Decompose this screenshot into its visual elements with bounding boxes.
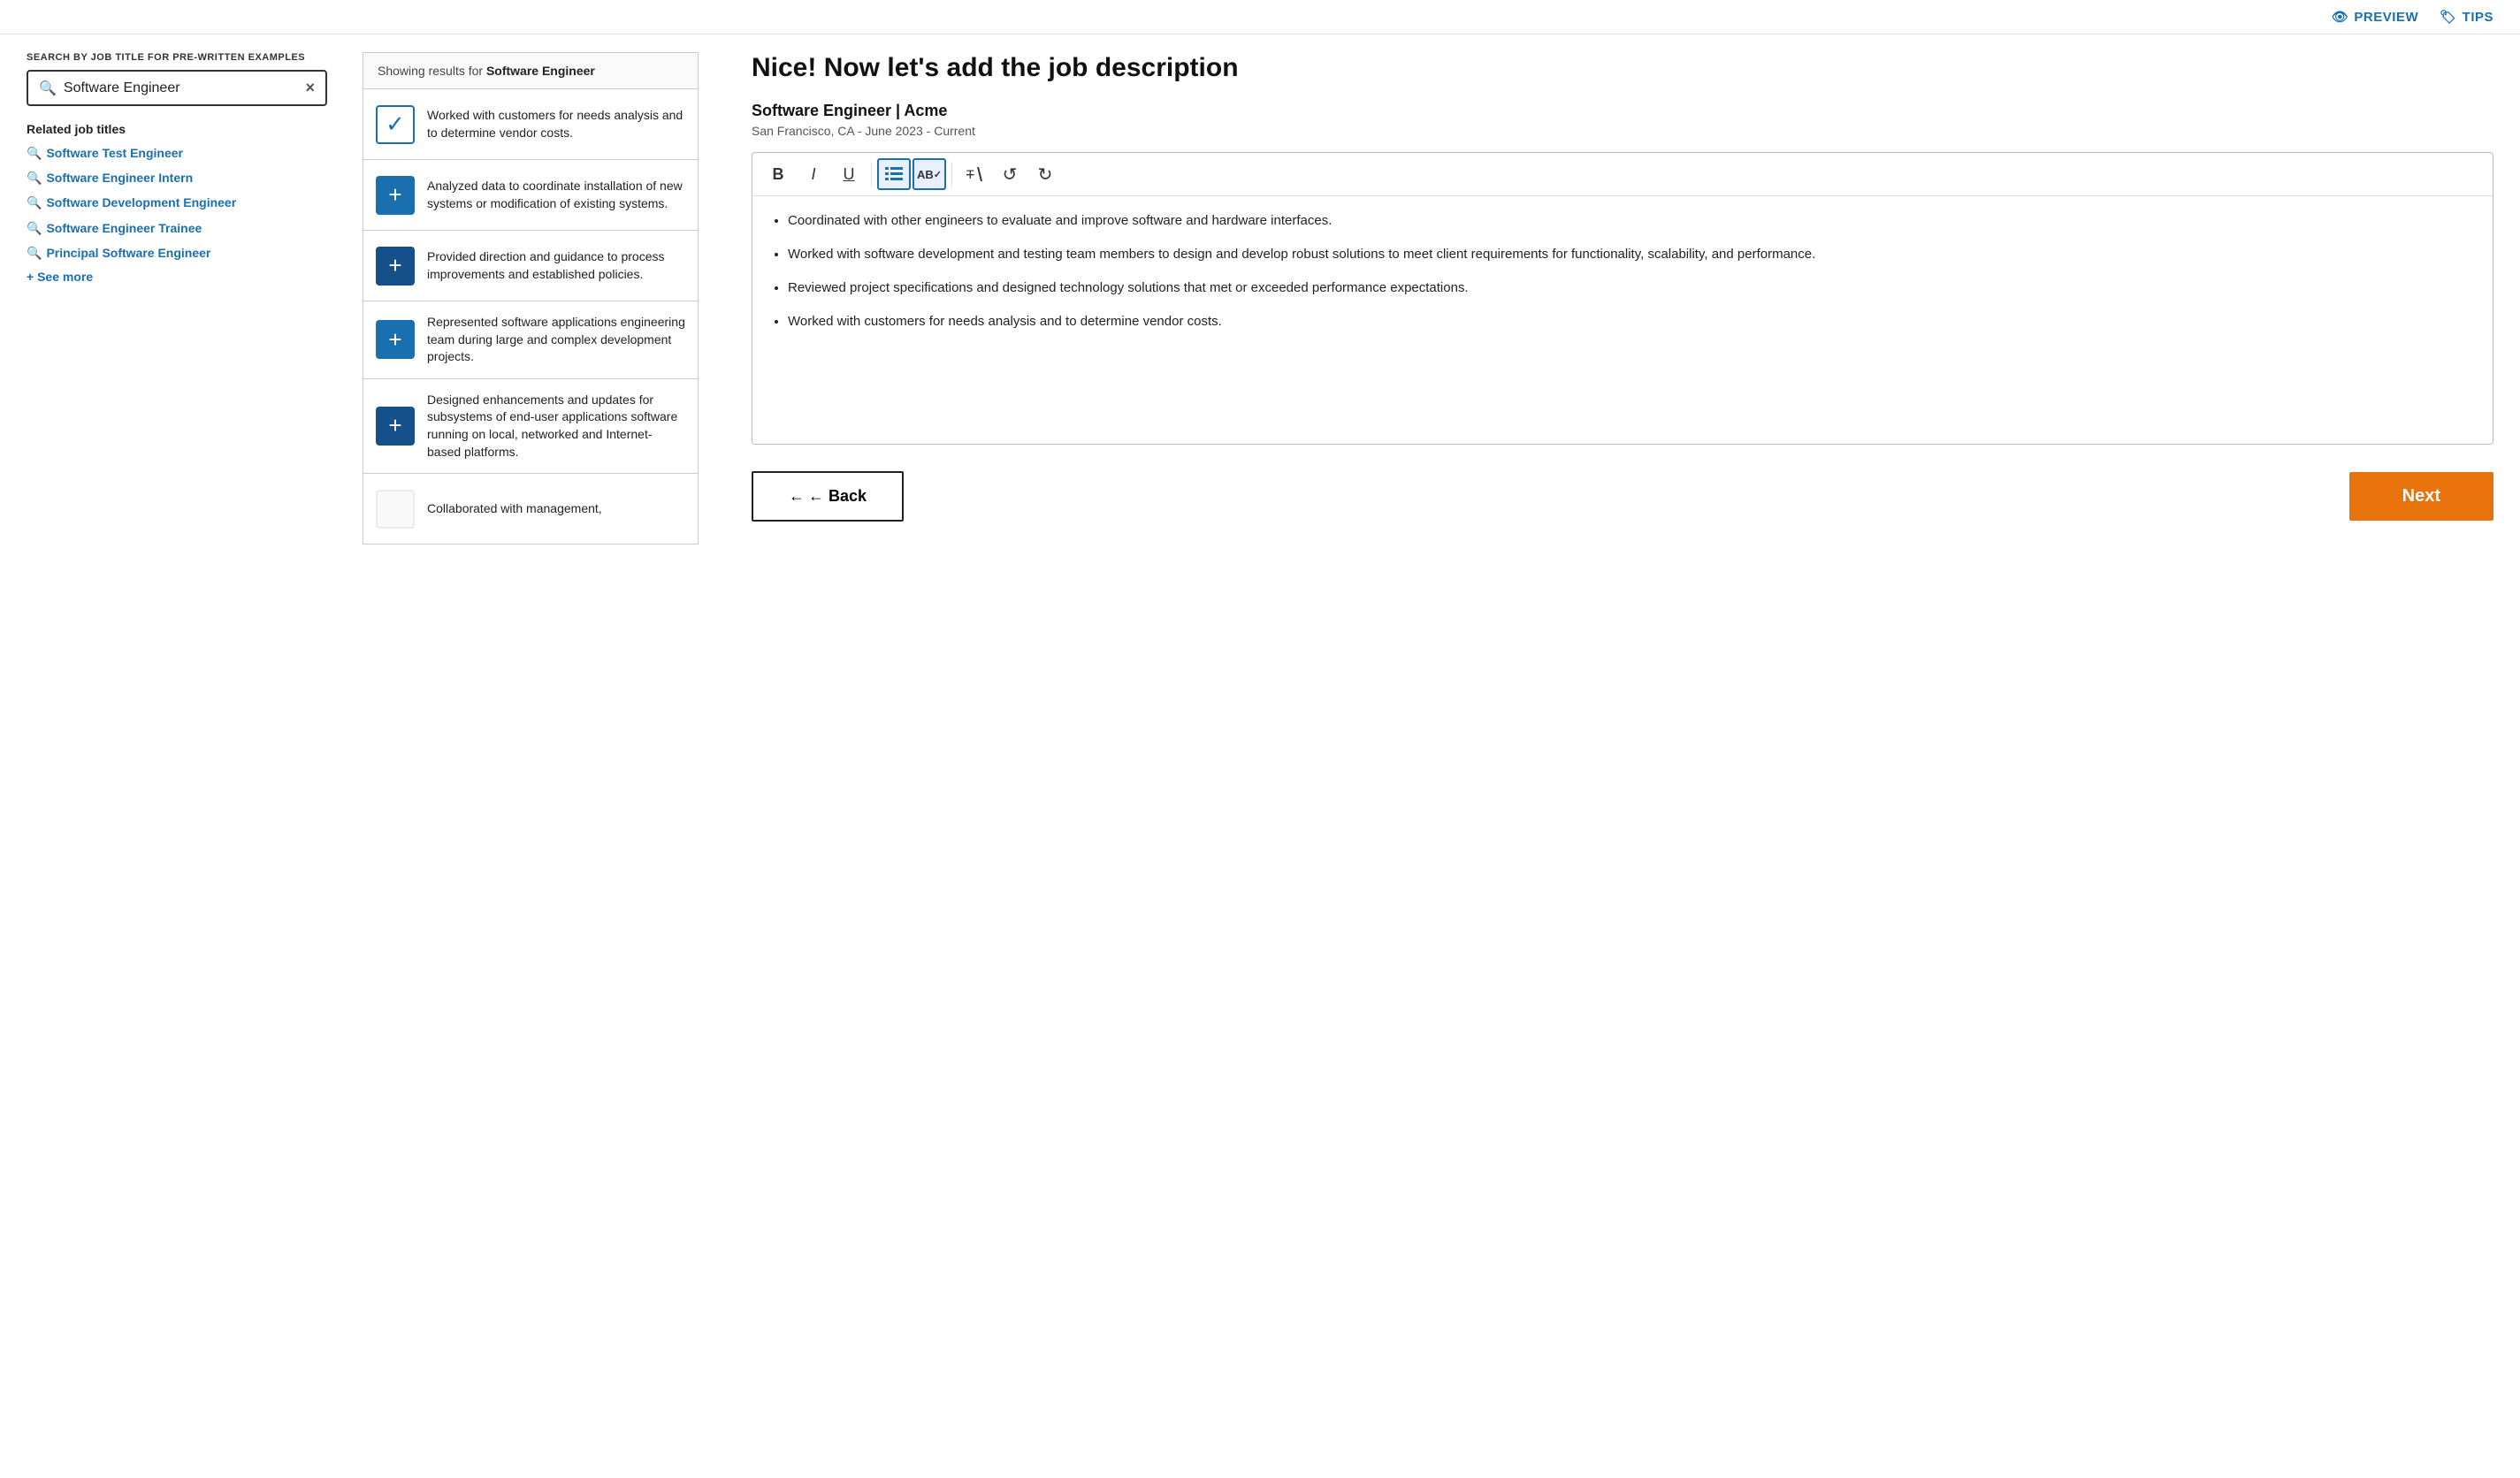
suggestions-header: Showing results for Software Engineer xyxy=(363,52,699,89)
left-panel: SEARCH BY JOB TITLE FOR PRE-WRITTEN EXAM… xyxy=(27,52,327,1451)
redo-button[interactable]: ↻ xyxy=(1028,158,1062,190)
suggestion-text: Collaborated with management, xyxy=(427,500,602,518)
suggestion-text: Provided direction and guidance to proce… xyxy=(427,248,685,283)
back-arrow-icon: ← xyxy=(789,487,805,506)
bullet-item-4[interactable]: Worked with customers for needs analysis… xyxy=(788,311,2477,332)
editor-body[interactable]: Coordinated with other engineers to eval… xyxy=(752,196,2493,444)
right-panel: Nice! Now let's add the job description … xyxy=(734,52,2493,1451)
suggestion-item: ✓ Worked with customers for needs analys… xyxy=(363,89,699,160)
spellcheck-button[interactable]: AB✓ xyxy=(913,158,946,190)
suggestion-toggle-button-2[interactable]: + xyxy=(376,176,415,215)
bullet-item-2[interactable]: Worked with software development and tes… xyxy=(788,244,2477,265)
search-icon: 🔍 xyxy=(39,80,57,97)
clear-format-button[interactable]: T xyxy=(958,158,991,190)
list-icon xyxy=(885,166,903,182)
tips-link[interactable]: 🏷 TIPS xyxy=(2440,9,2493,25)
related-job-link-software-engineer-intern[interactable]: 🔍 Software Engineer Intern xyxy=(27,170,327,186)
preview-link[interactable]: 👁 PREVIEW xyxy=(2332,9,2418,25)
top-bar: 👁 PREVIEW 🏷 TIPS xyxy=(0,0,2520,34)
list-item: 🔍 Software Development Engineer xyxy=(27,194,327,210)
suggestions-panel: Showing results for Software Engineer ✓ … xyxy=(363,52,699,1451)
suggestion-text: Designed enhancements and updates for su… xyxy=(427,392,685,461)
editor-container: B I U AB✓ xyxy=(752,152,2493,445)
list-item: 🔍 Software Engineer Intern xyxy=(27,170,327,186)
list-item: 🔍 Software Engineer Trainee xyxy=(27,220,327,236)
suggestion-toggle-button-3[interactable]: + xyxy=(376,247,415,286)
suggestion-text: Represented software applications engine… xyxy=(427,314,685,366)
suggestion-toggle-button-1[interactable]: ✓ xyxy=(376,105,415,144)
svg-text:T: T xyxy=(966,167,974,181)
bullet-item-1[interactable]: Coordinated with other engineers to eval… xyxy=(788,210,2477,232)
search-small-icon: 🔍 xyxy=(27,145,42,161)
related-job-link-software-test-engineer[interactable]: 🔍 Software Test Engineer xyxy=(27,145,327,161)
suggestion-item: + Provided direction and guidance to pro… xyxy=(363,231,699,301)
eye-icon: 👁 xyxy=(2332,9,2349,25)
list-item: 🔍 Principal Software Engineer xyxy=(27,245,327,261)
suggestion-item: + Analyzed data to coordinate installati… xyxy=(363,160,699,231)
job-meta: San Francisco, CA - June 2023 - Current xyxy=(752,124,2493,138)
clear-search-button[interactable]: × xyxy=(305,79,315,97)
underline-button[interactable]: U xyxy=(832,158,866,190)
tips-icon: 🏷 xyxy=(2440,9,2457,25)
related-title: Related job titles xyxy=(27,122,327,136)
search-small-icon: 🔍 xyxy=(27,194,42,210)
job-title: Software Engineer | Acme xyxy=(752,102,2493,120)
suggestion-toggle-button-6[interactable] xyxy=(376,490,415,529)
search-input[interactable] xyxy=(64,80,306,96)
search-small-icon: 🔍 xyxy=(27,245,42,261)
list-item: 🔍 Software Test Engineer xyxy=(27,145,327,161)
suggestion-toggle-button-5[interactable]: + xyxy=(376,407,415,446)
toolbar-divider xyxy=(871,162,872,187)
suggestion-text: Analyzed data to coordinate installation… xyxy=(427,178,685,212)
editor-toolbar: B I U AB✓ xyxy=(752,153,2493,196)
related-jobs-list: 🔍 Software Test Engineer 🔍 Software Engi… xyxy=(27,145,327,261)
clear-format-icon: T xyxy=(966,165,983,183)
search-label: SEARCH BY JOB TITLE FOR PRE-WRITTEN EXAM… xyxy=(27,52,327,63)
back-button[interactable]: ← ← Back xyxy=(752,471,904,522)
related-job-link-software-development-engineer[interactable]: 🔍 Software Development Engineer xyxy=(27,194,327,210)
suggestion-item: Collaborated with management, xyxy=(363,474,699,545)
suggestion-text: Worked with customers for needs analysis… xyxy=(427,107,685,141)
bullet-list-button[interactable] xyxy=(877,158,911,190)
related-job-link-software-engineer-trainee[interactable]: 🔍 Software Engineer Trainee xyxy=(27,220,327,236)
related-job-link-principal-software-engineer[interactable]: 🔍 Principal Software Engineer xyxy=(27,245,327,261)
bottom-actions: ← ← Back Next xyxy=(752,471,2493,522)
suggestion-item: + Designed enhancements and updates for … xyxy=(363,379,699,474)
search-small-icon: 🔍 xyxy=(27,220,42,236)
search-box: 🔍 × xyxy=(27,70,327,106)
bullet-item-3[interactable]: Reviewed project specifications and desi… xyxy=(788,278,2477,299)
suggestion-item: + Represented software applications engi… xyxy=(363,301,699,379)
next-button[interactable]: Next xyxy=(2349,472,2493,521)
toolbar-divider xyxy=(951,162,952,187)
italic-button[interactable]: I xyxy=(797,158,830,190)
page-title: Nice! Now let's add the job description xyxy=(752,52,2493,84)
bold-button[interactable]: B xyxy=(761,158,795,190)
see-more-link[interactable]: + See more xyxy=(27,270,93,284)
undo-button[interactable]: ↺ xyxy=(993,158,1027,190)
suggestion-toggle-button-4[interactable]: + xyxy=(376,320,415,359)
main-container: SEARCH BY JOB TITLE FOR PRE-WRITTEN EXAM… xyxy=(0,34,2520,1478)
search-small-icon: 🔍 xyxy=(27,170,42,186)
